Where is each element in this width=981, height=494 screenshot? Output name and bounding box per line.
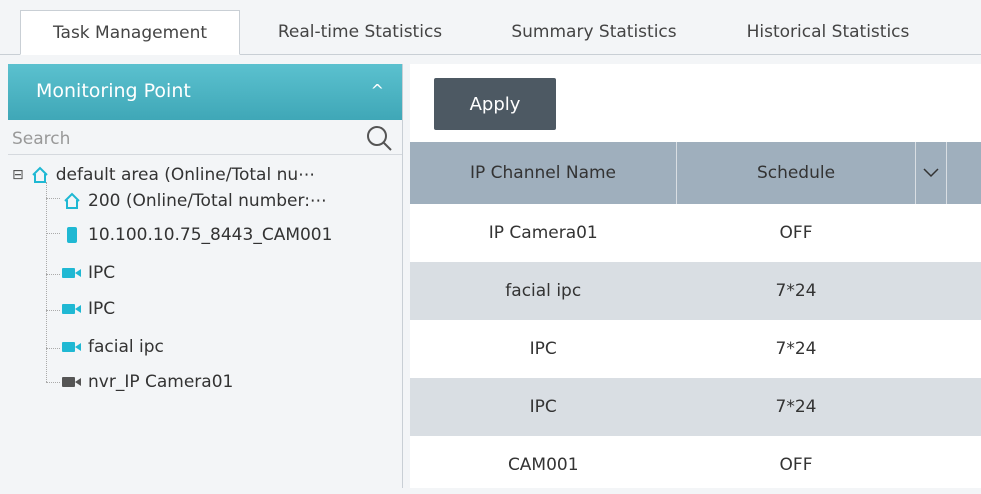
tree-node-label: nvr_IP Camera01 (88, 372, 233, 392)
tab-task-management[interactable]: Task Management (20, 10, 240, 55)
schedule-table: IP Channel Name Schedule IP Camera01 OFF… (410, 142, 981, 494)
table-row[interactable]: CAM001 OFF (410, 436, 981, 494)
column-header-empty (947, 142, 981, 204)
channel-name-cell: IP Camera01 (410, 204, 677, 262)
tree-node-label: default area (Online/Total nu⋯ (56, 165, 315, 185)
schedule-cell[interactable]: OFF (677, 204, 916, 262)
home-icon (62, 191, 82, 211)
search-input[interactable] (10, 124, 354, 154)
schedule-cell[interactable]: OFF (677, 436, 916, 494)
collapse-toggle-icon[interactable]: ⊟ (12, 167, 24, 183)
column-header-ip-channel-name: IP Channel Name (410, 142, 677, 204)
table-row[interactable]: IPC 7*24 (410, 378, 981, 436)
task-content: Apply IP Channel Name Schedule IP Camera… (410, 64, 981, 488)
home-icon (30, 165, 50, 185)
camera-offline-icon (62, 372, 82, 392)
channel-name-cell: CAM001 (410, 436, 677, 494)
schedule-cell[interactable]: 7*24 (677, 378, 916, 436)
tree-node-label: facial ipc (88, 337, 164, 357)
collapse-chevron-icon[interactable]: ^ (371, 81, 384, 100)
channel-name-cell: facial ipc (410, 262, 677, 320)
schedule-dropdown-icon[interactable] (916, 142, 947, 204)
monitoring-point-title: Monitoring Point (36, 80, 191, 102)
tree-node-device[interactable]: 10.100.10.75_8443_CAM001 (62, 218, 332, 252)
camera-icon (62, 337, 82, 357)
tab-real-time-statistics[interactable]: Real-time Statistics (254, 10, 466, 54)
apply-button[interactable]: Apply (434, 78, 556, 130)
table-row[interactable]: IP Camera01 OFF (410, 204, 981, 262)
tree-node-facial-ipc[interactable]: facial ipc (62, 330, 164, 364)
table-row[interactable]: IPC 7*24 (410, 320, 981, 378)
monitoring-point-panel: Monitoring Point ^ ⊟ default area (Onlin… (8, 64, 403, 488)
camera-icon (62, 263, 82, 283)
camera-icon (62, 299, 82, 319)
tab-bar: Task Management Real-time Statistics Sum… (0, 0, 981, 55)
tab-historical-statistics[interactable]: Historical Statistics (722, 10, 934, 54)
schedule-cell[interactable]: 7*24 (677, 262, 916, 320)
monitoring-point-header[interactable]: Monitoring Point ^ (8, 64, 402, 120)
search-icon[interactable] (364, 123, 394, 153)
tree-node-nvr-camera[interactable]: nvr_IP Camera01 (62, 365, 233, 399)
channel-name-cell: IPC (410, 320, 677, 378)
device-icon (62, 225, 82, 245)
tree-node-ipc[interactable]: IPC (62, 292, 115, 326)
tree-node-ipc[interactable]: IPC (62, 256, 115, 290)
tree-node-label: IPC (88, 263, 115, 283)
schedule-cell[interactable]: 7*24 (677, 320, 916, 378)
tree-node-label: IPC (88, 299, 115, 319)
search-box (8, 122, 402, 155)
tree-node-200[interactable]: 200 (Online/Total number:⋯ (62, 184, 327, 218)
table-row[interactable]: facial ipc 7*24 (410, 262, 981, 320)
column-header-schedule: Schedule (677, 142, 916, 204)
tree-node-label: 10.100.10.75_8443_CAM001 (88, 225, 332, 245)
channel-name-cell: IPC (410, 378, 677, 436)
tab-summary-statistics[interactable]: Summary Statistics (486, 10, 702, 54)
tree-node-label: 200 (Online/Total number:⋯ (88, 191, 327, 211)
